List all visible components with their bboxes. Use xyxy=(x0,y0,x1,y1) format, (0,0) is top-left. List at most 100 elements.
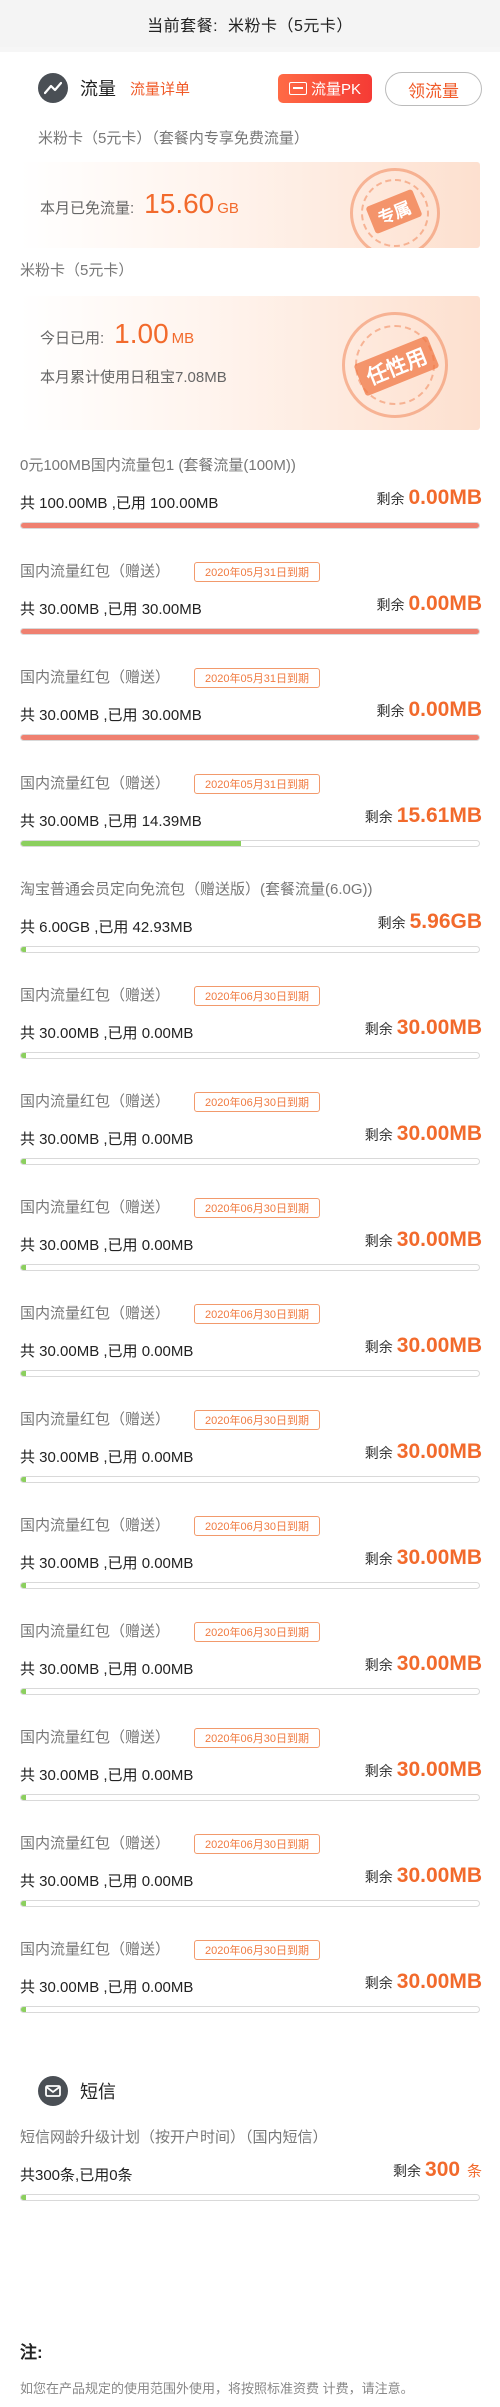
plan-remain: 剩余 0.00MB xyxy=(376,486,482,510)
plan-progress-fill xyxy=(21,629,479,634)
plan-remain-label: 剩余 xyxy=(364,1763,393,1779)
plan-remain-value: 30.00MB xyxy=(396,1758,482,1781)
plan-progress-bar xyxy=(20,840,480,847)
plan-usage: 共 30.00MB ,已用 0.00MB xyxy=(20,1449,194,1466)
plan-item: 国内流量红包（赠送） 2020年06月30日到期共 30.00MB ,已用 0.0… xyxy=(0,1404,500,1510)
expire-badge: 2020年06月30日到期 xyxy=(194,986,320,1007)
sms-remain-value: 300 xyxy=(425,2158,461,2181)
plan-usage: 共 30.00MB ,已用 0.00MB xyxy=(20,1767,194,1784)
plan-title-text: 国内流量红包（赠送） xyxy=(20,669,171,686)
plan-progress-bar xyxy=(20,1582,480,1589)
today-used-value: 1.00 xyxy=(114,318,169,349)
plan-title-text: 国内流量红包（赠送） xyxy=(20,1623,171,1640)
plan-progress-bar xyxy=(20,522,480,529)
plan-item: 0元100MB国内流量包1 (套餐流量(100M)) 共 100.00MB ,已用… xyxy=(0,450,500,556)
plan-title: 国内流量红包（赠送） 2020年06月30日到期 xyxy=(20,1514,320,1537)
plan-usage: 共 30.00MB ,已用 0.00MB xyxy=(20,1979,194,1996)
plan-title: 国内流量红包（赠送） 2020年05月31日到期 xyxy=(20,666,320,689)
plan-item: 国内流量红包（赠送） 2020年06月30日到期共 30.00MB ,已用 0.0… xyxy=(0,1722,500,1828)
pk-icon xyxy=(288,82,307,95)
plan-progress-bar xyxy=(20,1794,480,1801)
plan-remain-value: 0.00MB xyxy=(408,592,482,615)
note-title: 注: xyxy=(20,2343,43,2362)
traffic-detail-link[interactable]: 流量详单 xyxy=(130,78,190,99)
expire-badge: 2020年05月31日到期 xyxy=(194,562,320,583)
expire-badge: 2020年06月30日到期 xyxy=(194,1516,320,1537)
plan-remain: 剩余 30.00MB xyxy=(365,1334,482,1358)
expire-badge: 2020年06月30日到期 xyxy=(194,1622,320,1643)
plan-progress-fill xyxy=(21,1159,27,1164)
plan-item: 国内流量红包（赠送） 2020年06月30日到期共 30.00MB ,已用 0.0… xyxy=(0,1086,500,1192)
plan-title-text: 0元100MB国内流量包1 (套餐流量(100M)) xyxy=(20,457,296,474)
exclusive-banner: 本月已免流量: 15.60 GB 专属 xyxy=(20,162,480,248)
plan-remain: 剩余 30.00MB xyxy=(365,1758,482,1782)
plan-progress-fill xyxy=(21,1689,27,1694)
traffic-pk-button[interactable]: 流量PK xyxy=(278,74,372,103)
plan-progress-bar xyxy=(20,1476,480,1483)
plan-item: 国内流量红包（赠送） 2020年06月30日到期共 30.00MB ,已用 0.0… xyxy=(0,1828,500,1934)
plan-remain-value: 30.00MB xyxy=(396,1440,482,1463)
exclusive-subtitle: 米粉卡（5元卡）（套餐内专享免费流量） xyxy=(38,130,309,147)
claim-traffic-button[interactable]: 领流量 xyxy=(385,72,482,106)
plan-progress-fill xyxy=(21,1901,27,1906)
plan-progress-bar xyxy=(20,1158,480,1165)
plan-progress-fill xyxy=(21,1477,27,1482)
plan-remain-value: 30.00MB xyxy=(396,1864,482,1887)
plan-remain: 剩余 30.00MB xyxy=(365,1440,482,1464)
plan-remain-label: 剩余 xyxy=(364,1975,393,1991)
today-used-label: 今日已用: xyxy=(40,330,105,347)
plan-item: 国内流量红包（赠送） 2020年05月31日到期共 30.00MB ,已用 14.… xyxy=(0,768,500,874)
plan-usage: 共 6.00GB ,已用 42.93MB xyxy=(20,919,193,936)
plan-remain-value: 15.61MB xyxy=(396,804,482,827)
plan-usage: 共 30.00MB ,已用 30.00MB xyxy=(20,707,202,724)
plan-remain-label: 剩余 xyxy=(364,1869,393,1885)
exclusive-label: 本月已免流量: xyxy=(40,200,135,217)
plan-title: 国内流量红包（赠送） 2020年06月30日到期 xyxy=(20,1090,320,1113)
plan-progress-fill xyxy=(21,1583,27,1588)
sms-usage: 共300条,已用0条 xyxy=(20,2167,133,2184)
expire-badge: 2020年06月30日到期 xyxy=(194,1198,320,1219)
plan-title: 国内流量红包（赠送） 2020年06月30日到期 xyxy=(20,1408,320,1431)
exclusive-unit: GB xyxy=(217,200,239,217)
sms-section-header: 短信 xyxy=(0,2060,500,2122)
plan-item: 国内流量红包（赠送） 2020年06月30日到期共 30.00MB ,已用 0.0… xyxy=(0,980,500,1086)
exclusive-value: 15.60 xyxy=(144,188,215,219)
plan-title-text: 国内流量红包（赠送） xyxy=(20,1941,171,1958)
sms-title: 短信 xyxy=(80,2082,116,2102)
expire-badge: 2020年06月30日到期 xyxy=(194,1834,320,1855)
plan-remain-label: 剩余 xyxy=(376,491,405,507)
plan-title: 国内流量红包（赠送） 2020年06月30日到期 xyxy=(20,1620,320,1643)
plan-usage: 共 30.00MB ,已用 0.00MB xyxy=(20,1555,194,1572)
plan-title-text: 国内流量红包（赠送） xyxy=(20,775,171,792)
trend-icon xyxy=(38,73,68,103)
plan-title: 国内流量红包（赠送） 2020年06月30日到期 xyxy=(20,1302,320,1325)
plan-usage: 共 30.00MB ,已用 0.00MB xyxy=(20,1661,194,1678)
daily-subtitle: 米粉卡（5元卡） xyxy=(20,262,134,279)
plan-remain-label: 剩余 xyxy=(376,703,405,719)
traffic-section-header: 流量 流量详单 流量PK 领流量 xyxy=(0,52,500,124)
plan-item: 国内流量红包（赠送） 2020年05月31日到期共 30.00MB ,已用 30.… xyxy=(0,556,500,662)
plan-remain-value: 30.00MB xyxy=(396,1652,482,1675)
plan-title: 国内流量红包（赠送） 2020年06月30日到期 xyxy=(20,1726,320,1749)
plan-title-text: 国内流量红包（赠送） xyxy=(20,1835,171,1852)
plan-progress-bar xyxy=(20,628,480,635)
plan-title-text: 国内流量红包（赠送） xyxy=(20,987,171,1004)
plan-usage: 共 30.00MB ,已用 0.00MB xyxy=(20,1343,194,1360)
plan-usage: 共 30.00MB ,已用 0.00MB xyxy=(20,1131,194,1148)
month-daily-total: 本月累计使用日租宝7.08MB xyxy=(40,369,227,386)
plan-item: 国内流量红包（赠送） 2020年06月30日到期共 30.00MB ,已用 0.0… xyxy=(0,1510,500,1616)
expire-badge: 2020年05月31日到期 xyxy=(194,668,320,689)
plan-title-text: 国内流量红包（赠送） xyxy=(20,1305,171,1322)
today-used-unit: MB xyxy=(171,330,195,347)
expire-badge: 2020年06月30日到期 xyxy=(194,1728,320,1749)
plan-title-text: 国内流量红包（赠送） xyxy=(20,1093,171,1110)
sms-progress-bar xyxy=(20,2194,480,2201)
plan-progress-bar xyxy=(20,1370,480,1377)
sms-plan: 短信网龄升级计划（按开户时间）（国内短信） 共300条,已用0条 剩余 300 条 xyxy=(0,2122,500,2228)
exclusive-stamp: 专属 xyxy=(350,168,440,248)
plan-title-text: 淘宝普通会员定向免流包（赠送版）(套餐流量(6.0G)) xyxy=(20,881,373,898)
plan-title-text: 国内流量红包（赠送） xyxy=(20,1729,171,1746)
sms-remain-unit: 条 xyxy=(466,2163,482,2180)
plan-remain: 剩余 30.00MB xyxy=(365,1122,482,1146)
expire-badge: 2020年06月30日到期 xyxy=(194,1410,320,1431)
